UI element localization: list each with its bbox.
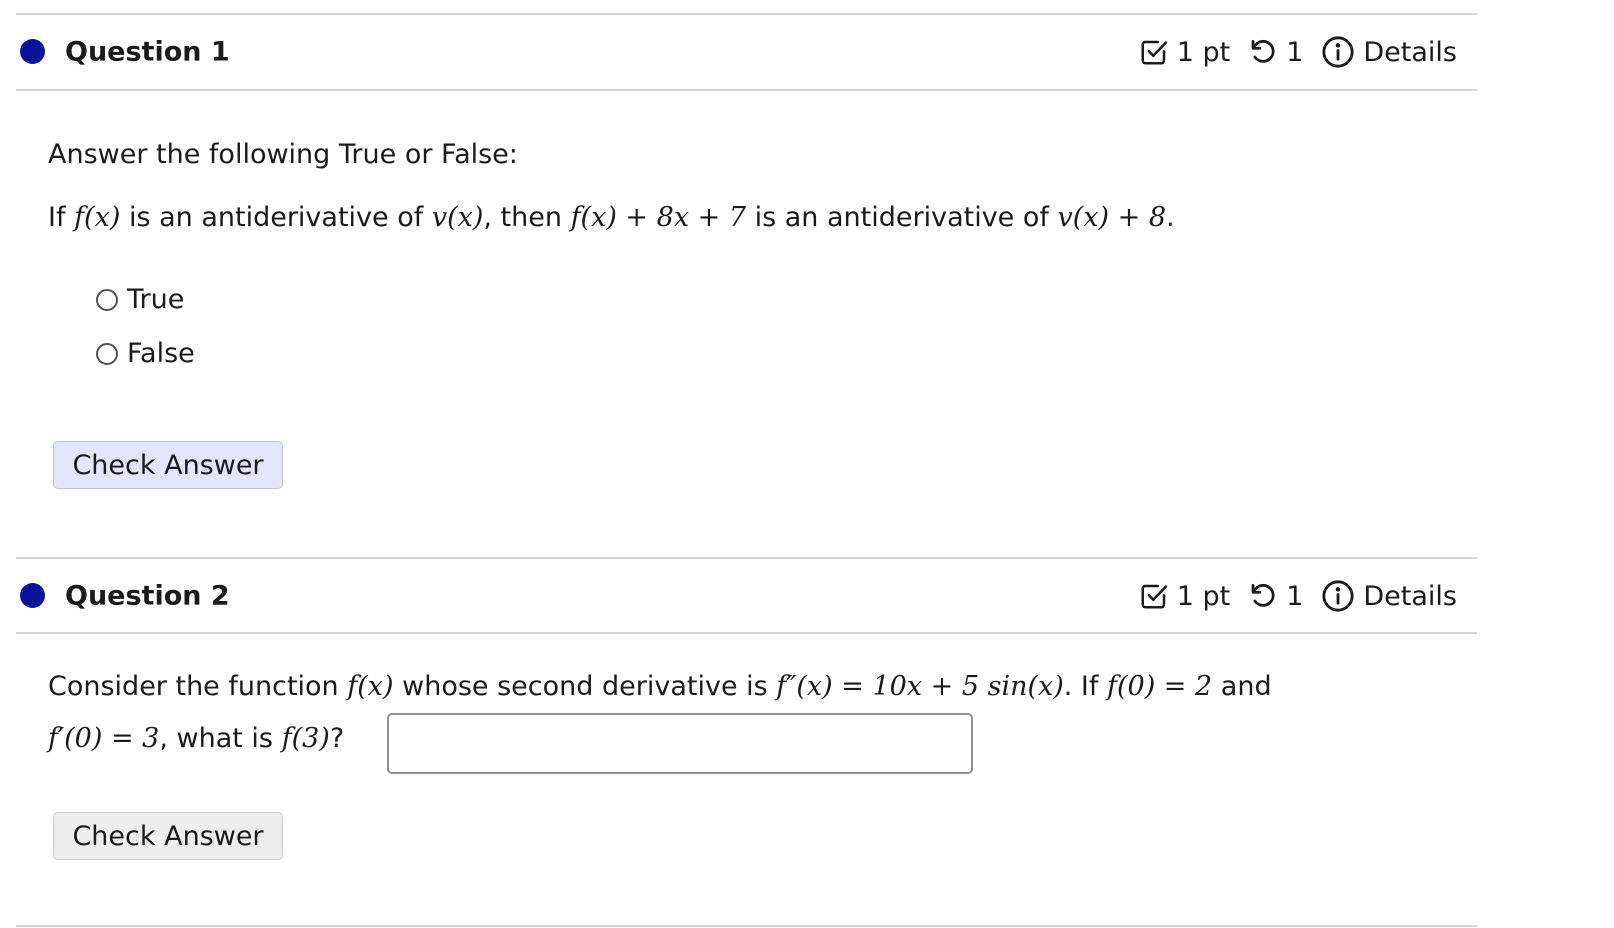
details-link[interactable]: Details: [1363, 37, 1457, 68]
statement-text: , then: [483, 202, 571, 233]
check-answer-button[interactable]: Check Answer: [53, 441, 283, 489]
choice-label[interactable]: True: [127, 284, 184, 315]
question-2-header: Question 2 1 pt 1 Details: [16, 560, 1477, 632]
checkbox-check-icon: [1139, 37, 1169, 67]
math-expression: f(3): [281, 723, 330, 754]
top-divider: [16, 13, 1477, 15]
question-1-statement: If f(x) is an antiderivative of v(x), th…: [48, 199, 1175, 236]
details-link[interactable]: Details: [1363, 581, 1457, 612]
math-expression: f(x): [74, 202, 121, 233]
statement-text: is an antiderivative of: [746, 202, 1058, 233]
question-2-line-1: Consider the function f(x) whose second …: [48, 668, 1272, 705]
math-expression: f′(0) = 3: [48, 723, 160, 754]
question-title: Question 2: [65, 580, 230, 612]
question-separator: [16, 557, 1477, 559]
statement-text: ?: [329, 723, 345, 754]
statement-text: If: [48, 202, 75, 233]
q2-header-divider: [16, 632, 1477, 634]
statement-text: Consider the function: [48, 671, 348, 702]
attempts-count: 1: [1286, 36, 1304, 68]
radio-button-false[interactable]: [96, 342, 118, 365]
math-expression: f(x): [347, 671, 394, 702]
radio-button-true[interactable]: [96, 288, 118, 311]
bottom-divider: [16, 925, 1477, 927]
info-icon[interactable]: [1321, 35, 1355, 69]
statement-text: . If: [1063, 671, 1107, 702]
points-label: 1 pt: [1176, 36, 1231, 68]
statement-text: is an antiderivative of: [120, 202, 432, 233]
question-2-line-2: f′(0) = 3, what is f(3)?: [48, 720, 344, 757]
question-status-dot: [20, 583, 45, 608]
choice-true[interactable]: True: [96, 284, 184, 315]
answer-input[interactable]: [387, 713, 973, 774]
math-expression: f″(x) = 10x + 5 sin(x): [776, 671, 1064, 702]
question-1-prompt: Answer the following True or False:: [48, 139, 518, 170]
question-meta: 1 pt 1 Details: [1139, 35, 1457, 69]
question-1-header: Question 1 1 pt 1 Details: [16, 16, 1477, 88]
math-expression: v(x): [431, 202, 484, 233]
q1-header-divider: [16, 89, 1477, 91]
points-label: 1 pt: [1176, 580, 1231, 612]
math-expression: v(x) + 8: [1057, 202, 1166, 233]
question-meta: 1 pt 1 Details: [1139, 579, 1457, 613]
check-answer-button[interactable]: Check Answer: [53, 812, 283, 860]
statement-text: .: [1166, 202, 1175, 233]
choice-false[interactable]: False: [96, 338, 195, 369]
question-title: Question 1: [65, 36, 230, 68]
attempts-count: 1: [1286, 580, 1304, 612]
statement-text: , what is: [159, 723, 282, 754]
retry-icon: [1248, 37, 1278, 67]
statement-text: whose second derivative is: [393, 671, 777, 702]
statement-text: and: [1212, 671, 1272, 702]
info-icon[interactable]: [1321, 579, 1355, 613]
choice-label[interactable]: False: [127, 338, 195, 369]
checkbox-check-icon: [1139, 581, 1169, 611]
math-expression: f(0) = 2: [1106, 671, 1213, 702]
retry-icon: [1248, 581, 1278, 611]
question-status-dot: [20, 39, 45, 64]
math-expression: f(x) + 8x + 7: [570, 202, 747, 233]
